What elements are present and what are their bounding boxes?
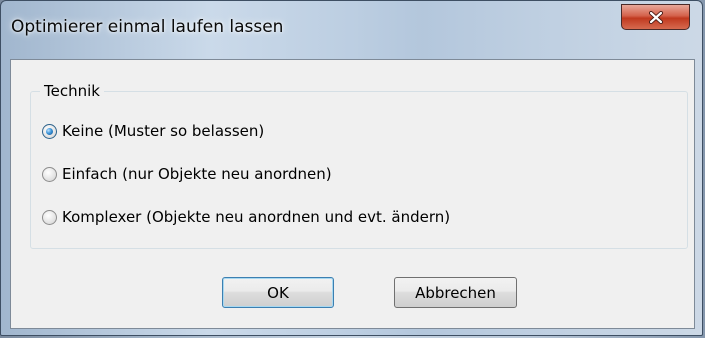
technique-groupbox: Technik Keine (Muster so belassen) Einfa… — [30, 82, 688, 249]
radio-button-complex[interactable] — [42, 209, 57, 225]
radio-option-complex[interactable]: Komplexer (Objekte neu anordnen und evt.… — [42, 208, 450, 226]
window-title: Optimierer einmal laufen lassen — [11, 17, 284, 37]
close-button[interactable] — [621, 4, 690, 30]
technique-group-label: Technik — [40, 82, 104, 100]
ok-button[interactable]: OK — [222, 277, 334, 308]
title-bar[interactable]: Optimierer einmal laufen lassen — [1, 1, 702, 61]
radio-label-complex: Komplexer (Objekte neu anordnen und evt.… — [62, 208, 451, 226]
radio-option-none[interactable]: Keine (Muster so belassen) — [42, 122, 264, 140]
radio-option-simple[interactable]: Einfach (nur Objekte neu anordnen) — [42, 165, 332, 183]
radio-label-none: Keine (Muster so belassen) — [62, 122, 265, 140]
dialog-client-area: Technik Keine (Muster so belassen) Einfa… — [10, 59, 695, 329]
cancel-button[interactable]: Abbrechen — [394, 277, 517, 308]
dialog-window: Optimierer einmal laufen lassen Technik … — [0, 0, 703, 336]
radio-button-simple[interactable] — [42, 166, 57, 182]
close-icon — [648, 10, 663, 24]
radio-label-simple: Einfach (nur Objekte neu anordnen) — [62, 165, 332, 183]
radio-button-none[interactable] — [42, 123, 57, 139]
